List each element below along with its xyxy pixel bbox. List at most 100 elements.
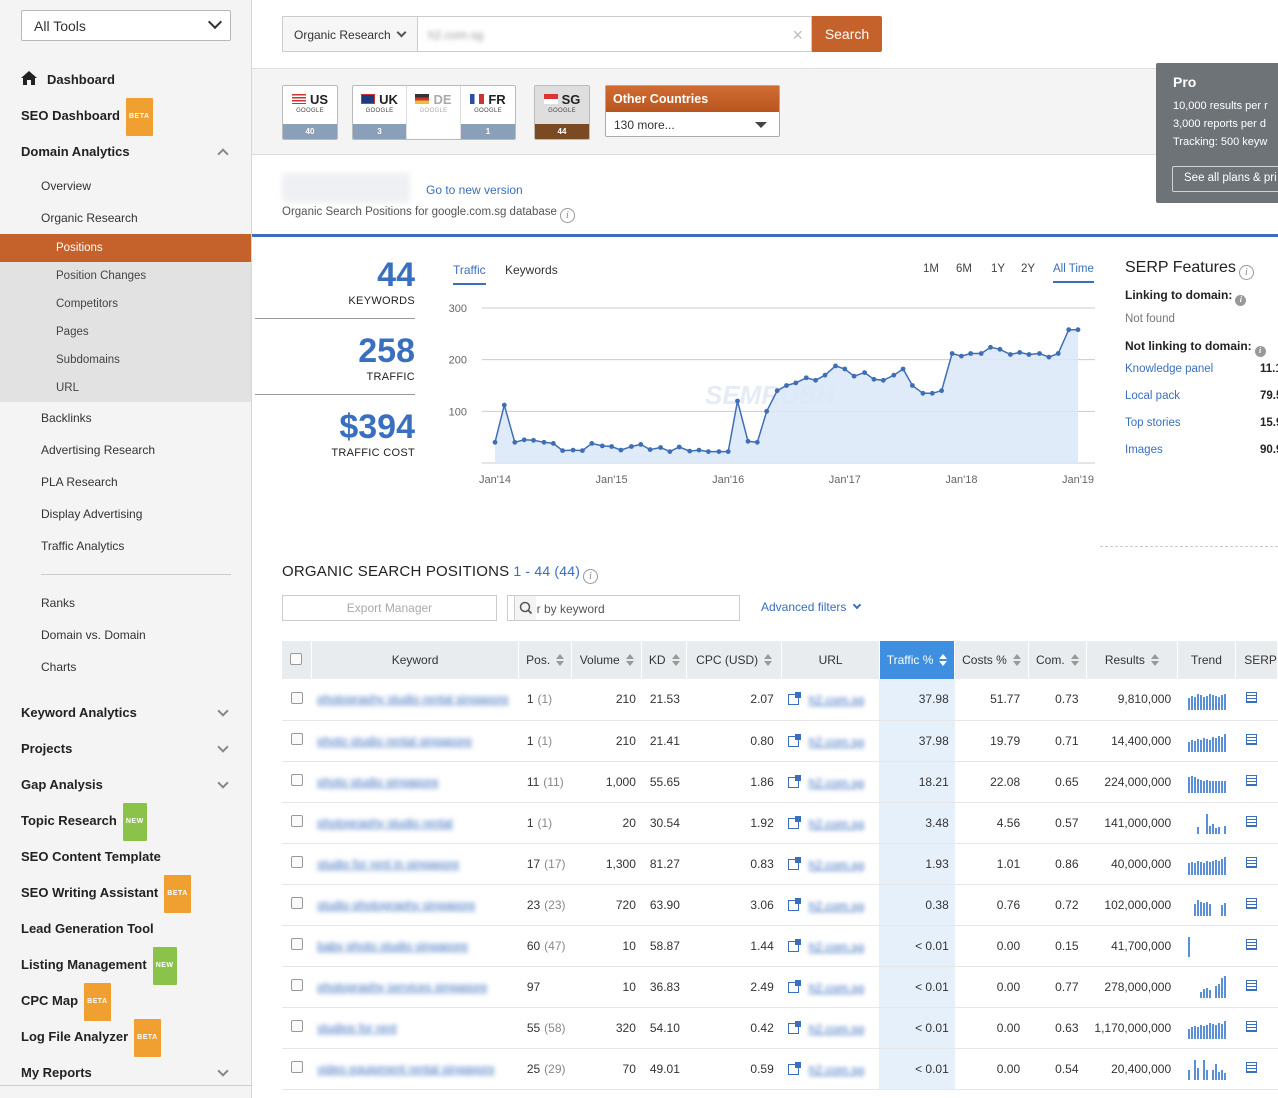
range-6m[interactable]: 6M — [956, 263, 972, 275]
advanced-filters-toggle[interactable]: Advanced filters — [761, 600, 862, 614]
sidebar-item-pages[interactable]: Pages — [0, 318, 251, 346]
serp-snapshot-icon[interactable] — [1245, 815, 1257, 827]
data-point[interactable] — [920, 390, 926, 396]
serp-feature-row[interactable]: Images 90.9 — [1125, 444, 1278, 456]
search-icon[interactable] — [514, 596, 536, 620]
external-link-icon[interactable] — [787, 774, 801, 788]
data-point[interactable] — [735, 398, 740, 404]
serp-snapshot-icon[interactable] — [1245, 692, 1257, 704]
serp-feature-row[interactable]: Top stories 15.9 — [1125, 417, 1278, 429]
row-checkbox[interactable] — [290, 774, 303, 786]
table-row[interactable]: photography services singapore 97 10 36.83 2… — [282, 966, 1278, 1008]
row-checkbox[interactable] — [290, 938, 303, 950]
data-point[interactable] — [599, 443, 605, 449]
data-point[interactable] — [1075, 327, 1081, 333]
data-point[interactable] — [696, 447, 702, 453]
url-link[interactable]: h2.com.sg — [809, 817, 871, 831]
search-input[interactable]: h2.com.sg × — [417, 16, 812, 52]
external-link-icon[interactable] — [787, 815, 801, 829]
tab-traffic[interactable]: Traffic — [453, 263, 486, 285]
sidebar-item-topic-research[interactable]: Topic Research NEW — [0, 803, 251, 841]
data-point[interactable] — [910, 383, 915, 388]
sidebar-item-pla-research[interactable]: PLA Research — [0, 466, 251, 498]
go-to-new-version-link[interactable]: Go to new version — [426, 183, 523, 197]
data-point[interactable] — [851, 373, 857, 379]
serp-snapshot-icon[interactable] — [1245, 774, 1257, 786]
row-checkbox[interactable] — [290, 815, 303, 827]
external-link-icon[interactable] — [787, 979, 801, 993]
sidebar-item-organic-research[interactable]: Organic Research — [0, 202, 251, 234]
country-us[interactable]: US GOOGLE 40 — [283, 86, 337, 139]
sidebar-item-subdomains[interactable]: Subdomains — [0, 346, 251, 374]
serp-snapshot-icon[interactable] — [1245, 1020, 1257, 1032]
table-row[interactable]: studios for rent 55 (58) 320 54.10 0.42 h2.com… — [282, 1007, 1278, 1049]
external-link-icon[interactable] — [787, 692, 801, 706]
sidebar-item-gap-analysis[interactable]: Gap Analysis — [0, 767, 251, 803]
sidebar-item-positions[interactable]: Positions — [0, 234, 251, 262]
country-fr[interactable]: FR GOOGLE 1 — [461, 86, 515, 139]
data-point[interactable] — [813, 377, 818, 383]
country-sg[interactable]: SG GOOGLE 44 — [535, 86, 589, 139]
country-uk[interactable]: UK GOOGLE 3 — [353, 86, 407, 139]
data-point[interactable] — [550, 441, 556, 446]
data-point[interactable] — [716, 449, 722, 454]
other-countries-select[interactable]: 130 more... — [606, 112, 779, 138]
keyword-link[interactable]: photography studio rental — [317, 816, 452, 830]
keyword-link[interactable]: photo studio singapore — [317, 775, 438, 789]
all-tools-select[interactable]: All Tools — [21, 10, 231, 41]
range-1y[interactable]: 1Y — [991, 263, 1005, 275]
export-manager-button[interactable]: Export Manager — [282, 595, 497, 621]
data-point[interactable] — [647, 447, 653, 452]
serp-snapshot-icon[interactable] — [1245, 979, 1257, 991]
data-point[interactable] — [959, 353, 964, 359]
data-point[interactable] — [978, 351, 984, 356]
data-point[interactable] — [842, 366, 848, 372]
table-row[interactable]: studio photography singapore 23 (23) 720 63.… — [282, 884, 1278, 926]
serp-snapshot-icon[interactable] — [1245, 938, 1257, 950]
url-link[interactable]: h2.com.sg — [809, 858, 871, 872]
data-point[interactable] — [939, 388, 944, 394]
table-row[interactable]: video equipment rental singapore 25 (29) 70… — [282, 1048, 1278, 1090]
data-point[interactable] — [1026, 352, 1032, 357]
sidebar-item-overview[interactable]: Overview — [0, 170, 251, 202]
search-button[interactable]: Search — [812, 16, 882, 52]
col-results[interactable]: Results — [1086, 641, 1178, 679]
serp-snapshot-icon[interactable] — [1245, 856, 1257, 868]
info-icon[interactable]: i — [559, 208, 575, 223]
data-point[interactable] — [580, 448, 585, 453]
data-point[interactable] — [676, 444, 682, 450]
data-point[interactable] — [891, 372, 897, 378]
data-point[interactable] — [618, 447, 624, 453]
table-row[interactable]: photo studio rental singapore 1 (1) 210 21.4… — [282, 720, 1278, 762]
col-com[interactable]: Com. — [1028, 641, 1088, 679]
data-point[interactable] — [1055, 351, 1061, 356]
data-point[interactable] — [988, 344, 993, 350]
url-link[interactable]: h2.com.sg — [809, 899, 871, 913]
table-row[interactable]: studio for rent in singapore 17 (17) 1,300 8… — [282, 843, 1278, 885]
data-point[interactable] — [492, 439, 498, 445]
col-volume[interactable]: Volume — [571, 641, 643, 679]
sidebar-item-seo-content-template[interactable]: SEO Content Template — [0, 839, 251, 875]
range-1m[interactable]: 1M — [923, 263, 939, 275]
row-checkbox[interactable] — [290, 1061, 303, 1073]
col-url[interactable]: URL — [781, 641, 880, 679]
url-link[interactable]: h2.com.sg — [809, 1022, 871, 1036]
keyword-filter-input[interactable]: Filter by keyword — [507, 595, 740, 621]
data-point[interactable] — [968, 351, 974, 356]
sidebar-item-competitors[interactable]: Competitors — [0, 290, 251, 318]
sidebar-item-ranks[interactable]: Ranks — [0, 587, 251, 619]
data-point[interactable] — [833, 363, 838, 369]
serp-snapshot-icon[interactable] — [1245, 897, 1257, 909]
row-checkbox[interactable] — [290, 691, 303, 704]
sidebar-item-cpc-map[interactable]: CPC Map BETA — [0, 983, 251, 1021]
data-point[interactable] — [900, 366, 906, 372]
data-point[interactable] — [754, 439, 760, 445]
url-link[interactable]: h2.com.sg — [809, 735, 871, 749]
sidebar-item-display-advertising[interactable]: Display Advertising — [0, 498, 251, 530]
row-checkbox[interactable] — [290, 897, 303, 909]
data-point[interactable] — [531, 437, 536, 443]
clear-icon[interactable]: × — [792, 25, 803, 46]
serp-feature-name[interactable]: Top stories — [1125, 417, 1181, 429]
serp-feature-name[interactable]: Knowledge panel — [1125, 363, 1213, 375]
kpi-traffic[interactable]: 258 TRAFFIC — [255, 333, 415, 383]
